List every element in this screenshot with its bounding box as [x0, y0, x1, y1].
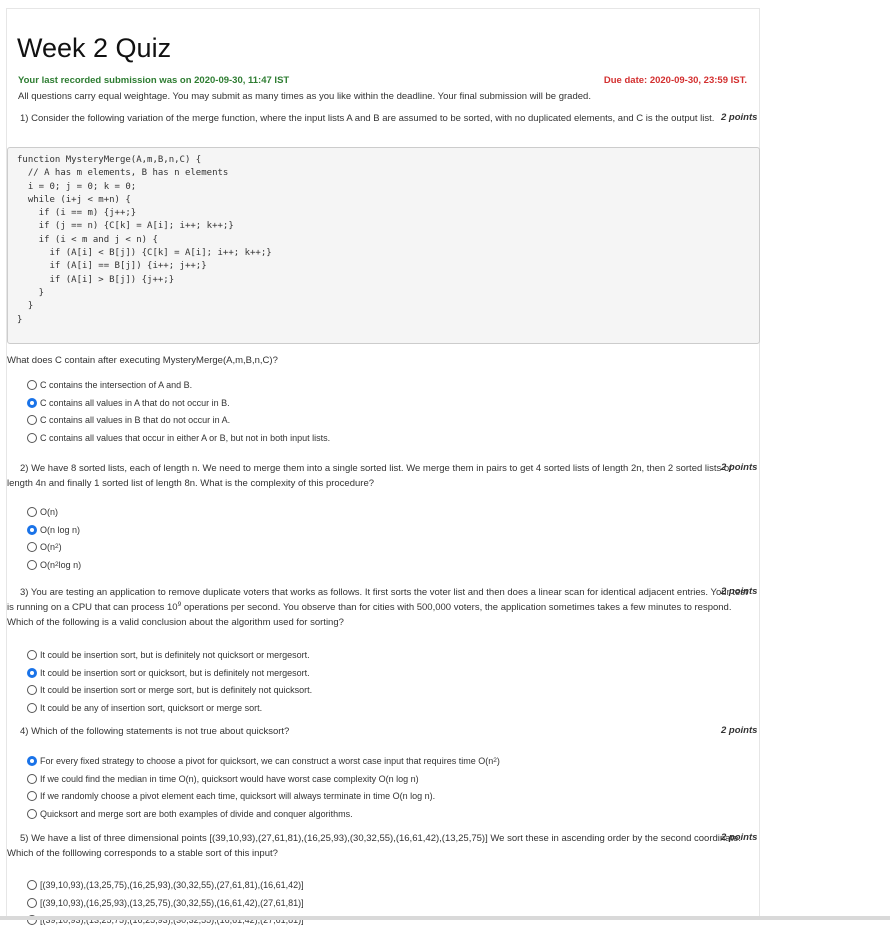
- question-1-option-4[interactable]: C contains all values that occur in eith…: [27, 431, 330, 445]
- question-1-number: 1): [20, 113, 29, 124]
- radio-button[interactable]: [27, 415, 37, 425]
- quiz-page: Week 2 Quiz Your last recorded submissio…: [6, 8, 760, 925]
- option-label: It could be any of insertion sort, quick…: [40, 702, 263, 713]
- question-4-points: 2 points: [721, 725, 758, 736]
- radio-button[interactable]: [27, 432, 37, 443]
- question-3-option-2[interactable]: It could be insertion sort or quicksort,…: [27, 666, 310, 680]
- radio-button[interactable]: [27, 880, 37, 890]
- question-1-option-2[interactable]: C contains all values in A that do not o…: [27, 396, 230, 410]
- question-1-text: 1) Consider the following variation of t…: [7, 111, 751, 126]
- question-1-option-3[interactable]: C contains all values in B that do not o…: [27, 413, 230, 427]
- option-label-suffix: ): [496, 756, 500, 766]
- question-5-points: 2 points: [721, 832, 758, 843]
- question-4-option-4[interactable]: Quicksort and merge sort are both exampl…: [27, 807, 353, 821]
- radio-button[interactable]: [27, 773, 37, 784]
- option-label-suffix: log n): [58, 559, 82, 570]
- question-5-text: 5) We have a list of three dimensional p…: [7, 831, 751, 861]
- question-5-number: 5): [20, 833, 29, 844]
- page-title: Week 2 Quiz: [17, 33, 172, 63]
- question-2-number: 2): [20, 463, 29, 474]
- radio-button[interactable]: [27, 702, 37, 713]
- option-label: For every fixed strategy to choose a piv…: [40, 756, 494, 766]
- question-4-option-2[interactable]: If we could find the median in time O(n)…: [27, 772, 419, 786]
- radio-button[interactable]: [27, 897, 37, 908]
- question-4-option-1[interactable]: For every fixed strategy to choose a piv…: [27, 754, 500, 768]
- question-4-text: 4) Which of the following statements is …: [7, 724, 751, 739]
- bottom-scrollbar-track: [0, 916, 890, 920]
- question-3-points: 2 points: [721, 586, 758, 597]
- radio-button[interactable]: [27, 559, 37, 570]
- instructions-text: All questions carry equal weightage. You…: [18, 91, 591, 102]
- last-submission-notice: Your last recorded submission was on 202…: [18, 75, 290, 86]
- question-5-option-1[interactable]: [(39,10,93),(13,25,75),(16,25,93),(30,32…: [27, 878, 304, 892]
- option-label: O(n): [40, 507, 58, 517]
- option-label: It could be insertion sort or quicksort,…: [40, 667, 310, 678]
- question-3-text: 3) You are testing an application to rem…: [7, 585, 751, 630]
- option-label: [(39,10,93),(16,25,93),(13,25,75),(30,32…: [40, 897, 304, 908]
- question-5-option-2[interactable]: [(39,10,93),(16,25,93),(13,25,75),(30,32…: [27, 896, 304, 910]
- radio-button[interactable]: [27, 380, 37, 390]
- radio-button[interactable]: [27, 667, 37, 678]
- question-4-option-3[interactable]: If we randomly choose a pivot element ea…: [27, 789, 435, 803]
- question-1-body: Consider the following variation of the …: [31, 113, 715, 124]
- question-3-option-1[interactable]: It could be insertion sort, but is defin…: [27, 648, 310, 662]
- question-1-option-1[interactable]: C contains the intersection of A and B.: [27, 378, 192, 392]
- question-2-text: 2) We have 8 sorted lists, each of lengt…: [7, 461, 751, 491]
- option-label: O(n: [40, 559, 56, 570]
- radio-button[interactable]: [27, 808, 37, 819]
- question-2-option-4[interactable]: O(n 2 log n): [27, 558, 81, 572]
- question-2-points: 2 points: [721, 462, 758, 473]
- option-label: If we randomly choose a pivot element ea…: [40, 791, 436, 801]
- question-2-option-3[interactable]: O(n 2): [27, 540, 62, 554]
- radio-button[interactable]: [27, 397, 37, 408]
- option-label: C contains all values in B that do not o…: [40, 415, 231, 425]
- radio-button[interactable]: [27, 685, 37, 695]
- radio-button[interactable]: [27, 650, 37, 660]
- option-label: If we could find the median in time O(n)…: [40, 773, 419, 784]
- due-date: Due date: 2020-09-30, 23:59 IST.: [603, 75, 747, 86]
- question-2-body: We have 8 sorted lists, each of length n…: [7, 463, 732, 489]
- option-label: C contains the intersection of A and B.: [40, 380, 193, 390]
- code-block: function MysteryMerge(A,m,B,n,C) { // A …: [7, 147, 760, 344]
- radio-button[interactable]: [27, 756, 37, 766]
- radio-button[interactable]: [27, 791, 37, 801]
- option-label: C contains all values that occur in eith…: [40, 432, 331, 443]
- option-label: Quicksort and merge sort are both exampl…: [40, 808, 353, 819]
- question-4-body: Which of the following statements is not…: [31, 726, 290, 737]
- option-label: It could be insertion sort, but is defin…: [40, 650, 310, 660]
- radio-button[interactable]: [27, 507, 37, 517]
- radio-button[interactable]: [27, 542, 37, 552]
- question-5-body: We have a list of three dimensional poin…: [7, 833, 742, 859]
- question-1-points: 2 points: [721, 112, 758, 123]
- question-3-option-3[interactable]: It could be insertion sort or merge sort…: [27, 683, 312, 697]
- question-2-option-2[interactable]: O(n log n): [27, 523, 80, 537]
- question-1-prompt: What does C contain after executing Myst…: [7, 355, 278, 366]
- question-4-number: 4): [20, 726, 29, 737]
- radio-button[interactable]: [27, 524, 37, 535]
- option-label: [(39,10,93),(13,25,75),(16,25,93),(30,32…: [40, 880, 304, 890]
- question-2-option-1[interactable]: O(n): [27, 505, 58, 519]
- option-label: It could be insertion sort or merge sort…: [40, 685, 313, 695]
- option-label-suffix: ): [58, 542, 62, 552]
- question-3-number: 3): [20, 587, 29, 598]
- option-label: C contains all values in A that do not o…: [40, 397, 230, 408]
- question-3-option-4[interactable]: It could be any of insertion sort, quick…: [27, 701, 262, 715]
- option-label: O(n: [40, 542, 56, 552]
- option-label: O(n log n): [40, 524, 81, 535]
